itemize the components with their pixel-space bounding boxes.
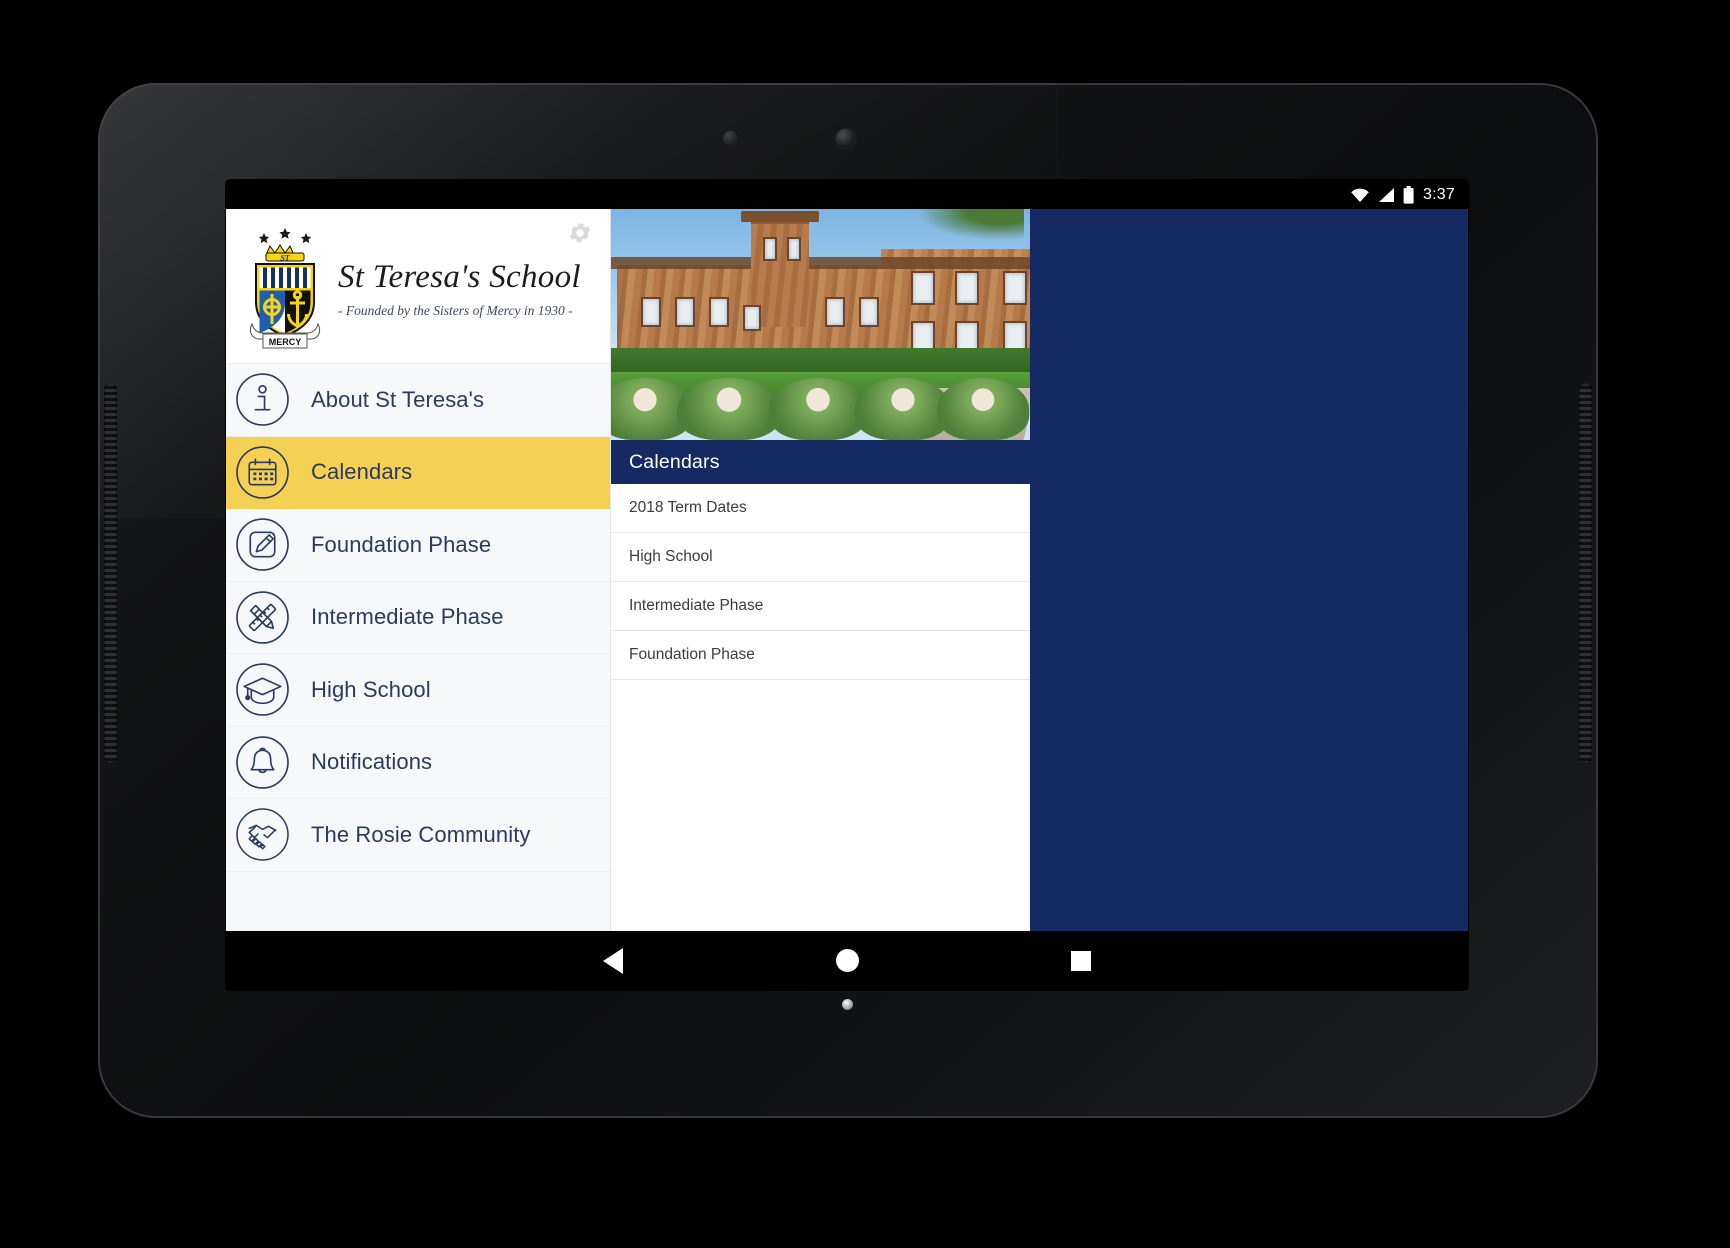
list-item[interactable]: High School (611, 533, 1030, 582)
school-tagline: - Founded by the Sisters of Mercy in 193… (338, 303, 573, 318)
graduation-cap-icon (236, 663, 289, 717)
battery-icon (1403, 185, 1414, 204)
sidebar-item-label: Intermediate Phase (311, 604, 504, 630)
sidebar-item-foundation-phase[interactable]: Foundation Phase (226, 509, 610, 582)
list-item-label: High School (629, 548, 713, 565)
sidebar-item-label: Notifications (311, 749, 433, 775)
list-item[interactable]: Foundation Phase (611, 631, 1030, 680)
hero-roofline (611, 257, 1030, 269)
right-empty-pane (1030, 209, 1468, 931)
school-crest-logo: ST MERCY (236, 222, 334, 350)
sidebar-item-intermediate-phase[interactable]: Intermediate Phase (226, 581, 610, 654)
list-item-label: 2018 Term Dates (629, 499, 747, 516)
recents-button[interactable] (1059, 939, 1103, 983)
status-bar-icons (1350, 185, 1414, 204)
sidebar-item-label: The Rosie Community (311, 821, 531, 847)
school-name: St Teresa's School (338, 259, 581, 295)
hero-window (641, 297, 661, 327)
hero-window (859, 297, 879, 327)
hero-image (611, 209, 1030, 440)
hero-window (825, 297, 845, 327)
status-bar: 3:37 (226, 180, 1468, 209)
home-button[interactable] (825, 939, 869, 983)
app-body: ST MERCY St Teresa's School - Founded by… (226, 209, 1468, 931)
handshake-icon (236, 808, 289, 861)
front-camera-icon (836, 129, 855, 148)
screenshot-stage: 3:37 ST MERCY St Teresa's School - Found… (0, 0, 1730, 1248)
hero-rose-bush (937, 378, 1029, 440)
sidebar-item-notifications[interactable]: Notifications (226, 726, 610, 799)
calendar-list: 2018 Term Dates High School Intermediate… (611, 484, 1030, 931)
sidebar-item-high-school[interactable]: High School (226, 654, 610, 727)
hero-tower-roof (741, 211, 819, 222)
sidebar-item-label: High School (311, 676, 431, 702)
ruler-pencil-icon (236, 590, 289, 644)
back-arrow-icon (603, 947, 623, 974)
brand-header: ST MERCY St Teresa's School - Founded by… (226, 209, 610, 364)
list-item[interactable]: Intermediate Phase (611, 582, 1030, 631)
hero-tree-branch (904, 209, 1024, 245)
sensor-icon (723, 131, 738, 146)
wifi-icon (1351, 188, 1369, 202)
recents-square-icon (1071, 950, 1091, 971)
hero-window (675, 297, 695, 327)
pencil-edit-icon (236, 518, 289, 572)
bell-icon (236, 735, 289, 789)
info-icon (236, 373, 289, 427)
signal-icon (1379, 187, 1395, 202)
brand-text-block: St Teresa's School - Founded by the Sist… (338, 253, 581, 319)
section-title-bar: Calendars (611, 440, 1030, 484)
hero-window (787, 237, 801, 261)
hero-window (1003, 271, 1027, 305)
sidebar-item-calendars[interactable]: Calendars (226, 436, 610, 509)
section-title: Calendars (629, 450, 720, 473)
hero-rose-bush (769, 378, 867, 440)
hero-window (911, 271, 935, 305)
list-item[interactable]: 2018 Term Dates (611, 484, 1030, 533)
hero-window (763, 237, 777, 261)
device-screen: 3:37 ST MERCY St Teresa's School - Found… (226, 180, 1468, 990)
status-bar-clock: 3:37 (1423, 185, 1455, 203)
speaker-grill-left (104, 383, 117, 763)
calendar-icon (236, 445, 289, 499)
home-circle-icon (835, 949, 859, 972)
sidebar-menu: About St Teresa's Calendars Foundation P… (226, 364, 610, 872)
hero-window (743, 305, 761, 331)
gear-icon[interactable] (567, 220, 593, 246)
hero-window (955, 271, 979, 305)
android-navigation-bar (226, 931, 1468, 990)
sidebar-item-rosie-community[interactable]: The Rosie Community (226, 799, 610, 872)
hero-rose-bush (677, 378, 781, 440)
sidebar: ST MERCY St Teresa's School - Founded by… (226, 209, 611, 931)
content-panel: Calendars 2018 Term Dates High School In… (611, 209, 1030, 931)
svg-text:ST: ST (280, 254, 290, 263)
sidebar-item-label: About St Teresa's (311, 386, 485, 412)
speaker-grill-right (1579, 383, 1592, 763)
list-item-label: Foundation Phase (629, 646, 755, 663)
tablet-device-frame: 3:37 ST MERCY St Teresa's School - Found… (98, 83, 1598, 1118)
sidebar-item-about[interactable]: About St Teresa's (226, 364, 610, 437)
list-item-label: Intermediate Phase (629, 597, 764, 614)
notification-led (842, 999, 853, 1010)
svg-text:MERCY: MERCY (269, 337, 302, 347)
sidebar-item-label: Calendars (311, 459, 413, 485)
hero-window (709, 297, 729, 327)
sidebar-item-label: Foundation Phase (311, 531, 492, 557)
back-button[interactable] (591, 939, 635, 983)
